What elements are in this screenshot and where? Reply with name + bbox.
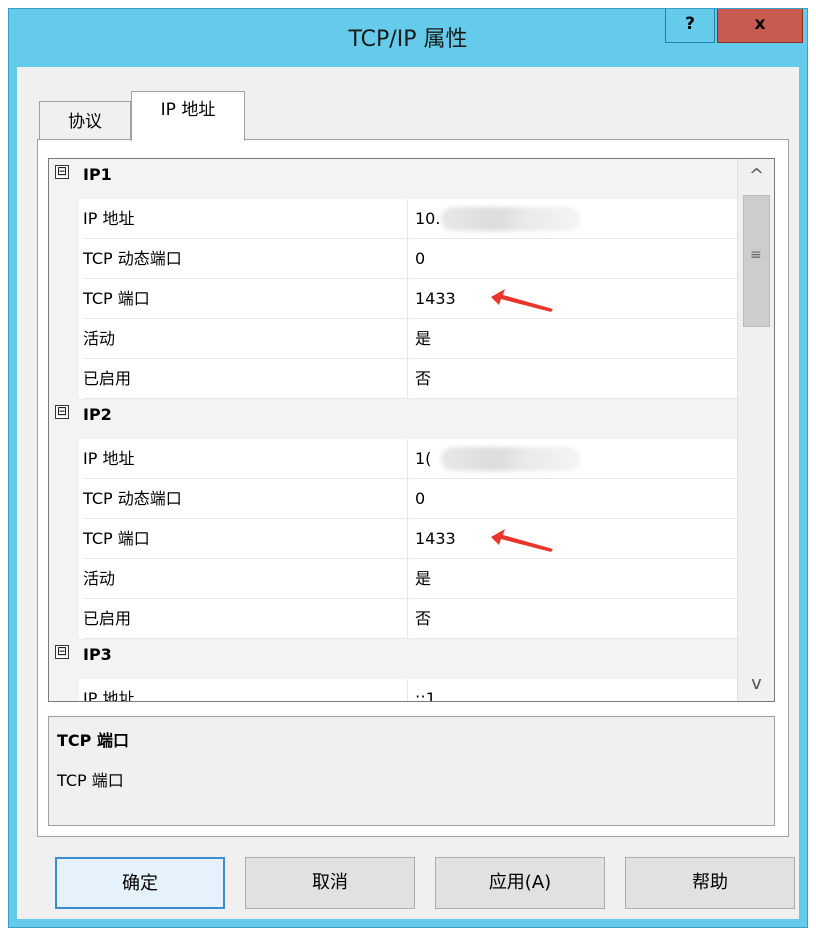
description-title: TCP 端口 xyxy=(57,731,129,750)
vertical-scrollbar[interactable]: ^ ≡ v xyxy=(737,159,774,701)
row-gutter xyxy=(49,559,79,599)
close-button[interactable]: x xyxy=(717,9,803,43)
property-row[interactable]: 已启用 否 xyxy=(49,599,737,639)
property-row[interactable]: 活动 是 xyxy=(49,559,737,599)
row-gutter xyxy=(49,439,79,479)
collapse-icon[interactable]: ⊟ xyxy=(55,405,69,419)
description-text: TCP 端口 xyxy=(57,771,124,790)
property-row[interactable]: TCP 动态端口 0 xyxy=(49,239,737,279)
property-row[interactable]: IP 地址 1( xyxy=(49,439,737,479)
property-name: TCP 动态端口 xyxy=(83,479,408,519)
property-name: TCP 端口 xyxy=(83,279,408,319)
category-label: IP3 xyxy=(83,645,112,664)
property-value[interactable]: 0 xyxy=(409,479,737,519)
property-name: IP 地址 xyxy=(83,439,408,479)
property-name: 已启用 xyxy=(83,599,408,639)
property-row[interactable]: IP 地址 10. xyxy=(49,199,737,239)
property-name: 活动 xyxy=(83,319,408,359)
red-arrow-icon xyxy=(491,289,553,312)
row-gutter xyxy=(49,359,79,399)
category-row-ip2[interactable]: ⊟ IP2 xyxy=(49,399,737,439)
scroll-grip-icon: ≡ xyxy=(750,247,762,263)
property-value[interactable]: 是 xyxy=(409,559,737,599)
tab-panel: ⊟ IP1 IP 地址 10. TCP 动态端口 0 TCP 端口 1433 活… xyxy=(37,139,789,837)
property-name: TCP 动态端口 xyxy=(83,239,408,279)
row-gutter xyxy=(49,519,79,559)
category-row-ip1[interactable]: ⊟ IP1 xyxy=(49,159,737,199)
port-value-text: 1433 xyxy=(415,289,456,308)
property-row[interactable]: IP 地址 ::1 xyxy=(49,679,737,701)
scroll-down-icon[interactable]: v xyxy=(738,667,774,701)
property-value[interactable]: ::1 xyxy=(409,679,737,701)
property-value[interactable]: 1433 xyxy=(409,519,737,559)
property-name: TCP 端口 xyxy=(83,519,408,559)
description-panel: TCP 端口 TCP 端口 xyxy=(48,716,775,826)
row-gutter xyxy=(49,599,79,639)
property-row[interactable]: TCP 端口 1433 xyxy=(49,279,737,319)
port-value-text: 1433 xyxy=(415,529,456,548)
row-gutter xyxy=(49,319,79,359)
property-row[interactable]: TCP 动态端口 0 xyxy=(49,479,737,519)
property-value[interactable]: 是 xyxy=(409,319,737,359)
ok-button[interactable]: 确定 xyxy=(55,857,225,909)
scroll-up-icon[interactable]: ^ xyxy=(738,159,774,193)
property-value[interactable]: 1( xyxy=(409,439,737,479)
help-title-button[interactable]: ? xyxy=(665,9,715,43)
tab-ip-address[interactable]: IP 地址 xyxy=(131,91,245,141)
property-name: IP 地址 xyxy=(83,679,408,701)
property-value[interactable]: 10. xyxy=(409,199,737,239)
property-rows: ⊟ IP1 IP 地址 10. TCP 动态端口 0 TCP 端口 1433 活… xyxy=(49,159,737,701)
property-name: IP 地址 xyxy=(83,199,408,239)
property-value[interactable]: 否 xyxy=(409,359,737,399)
collapse-icon[interactable]: ⊟ xyxy=(55,645,69,659)
ip-value-text: 1( xyxy=(415,449,432,468)
tab-protocol[interactable]: 协议 xyxy=(39,101,131,139)
category-label: IP2 xyxy=(83,405,112,424)
category-label: IP1 xyxy=(83,165,112,184)
row-gutter xyxy=(49,479,79,519)
property-name: 活动 xyxy=(83,559,408,599)
title-bar[interactable]: TCP/IP 属性 ? x xyxy=(9,9,807,67)
property-name: 已启用 xyxy=(83,359,408,399)
dialog-client-area: 协议 IP 地址 ⊟ IP1 IP 地址 10. TCP 动态端口 0 TCP … xyxy=(17,67,799,919)
help-button[interactable]: 帮助 xyxy=(625,857,795,909)
row-gutter xyxy=(49,679,79,701)
cancel-button[interactable]: 取消 xyxy=(245,857,415,909)
category-row-ip3[interactable]: ⊟ IP3 xyxy=(49,639,737,679)
row-gutter xyxy=(49,279,79,319)
row-gutter xyxy=(49,199,79,239)
property-row[interactable]: TCP 端口 1433 xyxy=(49,519,737,559)
row-gutter xyxy=(49,239,79,279)
redaction-blur xyxy=(441,447,581,471)
dialog-window: TCP/IP 属性 ? x 协议 IP 地址 ⊟ IP1 IP 地址 10. T… xyxy=(8,8,808,928)
apply-button[interactable]: 应用(A) xyxy=(435,857,605,909)
property-row[interactable]: 已启用 否 xyxy=(49,359,737,399)
property-row[interactable]: 活动 是 xyxy=(49,319,737,359)
property-grid: ⊟ IP1 IP 地址 10. TCP 动态端口 0 TCP 端口 1433 活… xyxy=(48,158,775,702)
property-value[interactable]: 1433 xyxy=(409,279,737,319)
property-value[interactable]: 0 xyxy=(409,239,737,279)
property-value[interactable]: 否 xyxy=(409,599,737,639)
collapse-icon[interactable]: ⊟ xyxy=(55,165,69,179)
ip-value-text: 10. xyxy=(415,209,441,228)
redaction-blur xyxy=(441,207,581,231)
red-arrow-icon xyxy=(491,529,553,552)
